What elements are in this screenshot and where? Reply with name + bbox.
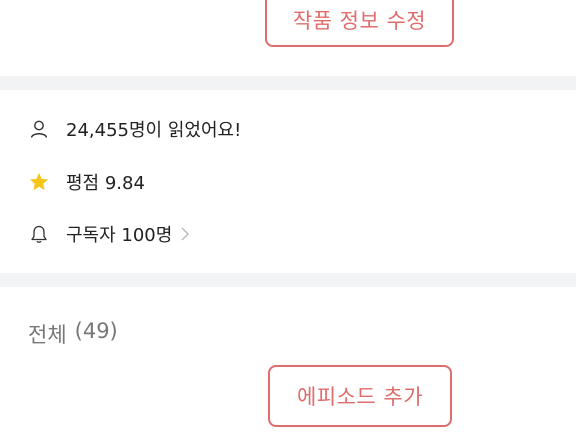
rating-row: 평점 9.84 (28, 167, 145, 197)
edit-work-info-button[interactable]: 작품 정보 수정 (265, 0, 454, 47)
section-divider (0, 76, 576, 90)
chevron-right-icon (180, 226, 190, 242)
readers-row: 24,455명이 읽었어요! (28, 114, 241, 144)
section-divider (0, 273, 576, 287)
person-icon (28, 118, 50, 140)
stats-section: 24,455명이 읽었어요! 평점 9.84 구독자 100명 (0, 90, 576, 273)
rating-value: 평점 9.84 (66, 173, 145, 194)
top-section: 작품 정보 수정 (0, 0, 576, 76)
subscribers-count: 구독자 100명 (66, 225, 173, 246)
subscribers-row[interactable]: 구독자 100명 (28, 219, 190, 249)
star-icon (28, 171, 50, 193)
episodes-section: 전체 (49) 에피소드 추가 (0, 287, 576, 432)
readers-count: 24,455명이 읽었어요! (66, 120, 242, 141)
work-detail-page: 작품 정보 수정 24,455명이 읽었어요! 평점 9.84 구독자 100명… (0, 0, 576, 432)
episode-all-label: 전체 (28, 323, 67, 347)
bell-icon (28, 223, 50, 245)
add-episode-button[interactable]: 에피소드 추가 (268, 365, 452, 427)
episode-count-label: 전체 (49) (28, 319, 118, 349)
episode-count: (49) (74, 319, 118, 343)
